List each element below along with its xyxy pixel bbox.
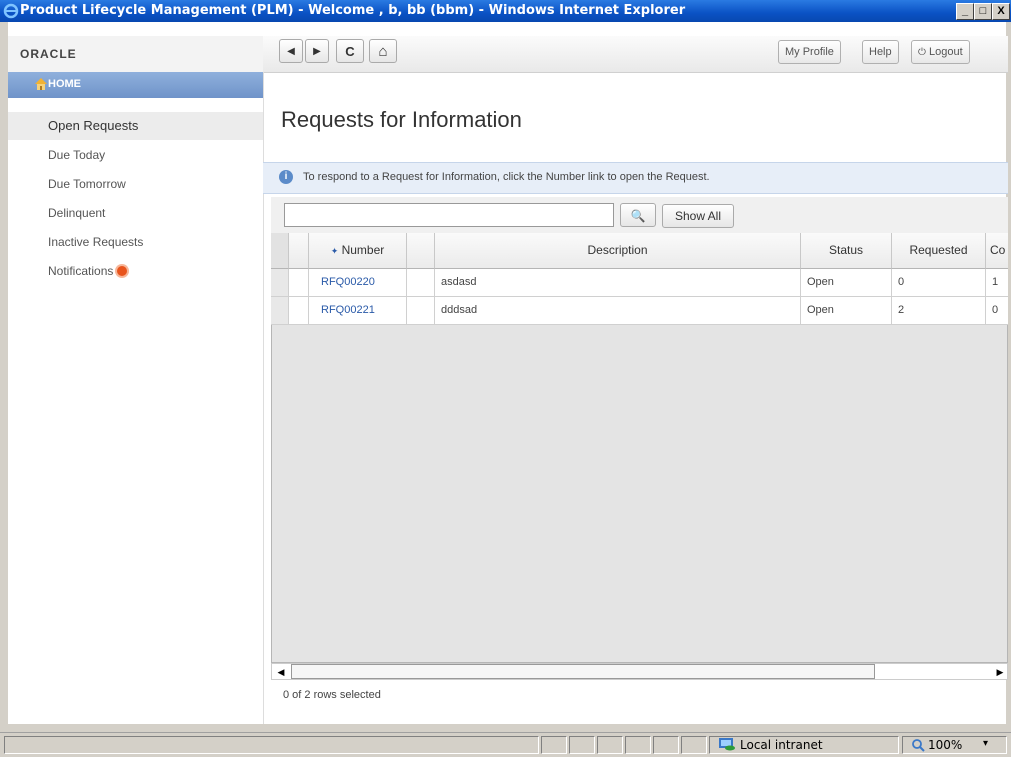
table-cell-status: Open xyxy=(801,297,892,325)
column-header-requested[interactable]: Requested xyxy=(892,233,986,269)
table-cell-requested: 0 xyxy=(892,269,986,297)
sidebar-item-label: Due Today xyxy=(48,148,106,162)
show-all-button[interactable]: Show All xyxy=(662,204,734,228)
row-selector[interactable] xyxy=(271,269,289,297)
power-icon: ⏻ xyxy=(918,47,926,58)
window-frame-left xyxy=(0,22,8,728)
search-button[interactable]: 🔍 xyxy=(620,203,656,227)
forward-button[interactable]: ▶ xyxy=(305,39,329,63)
table-cell-status: Open xyxy=(801,269,892,297)
column-header-label: Number xyxy=(341,243,385,257)
status-pane xyxy=(653,736,679,754)
status-pane xyxy=(625,736,651,754)
local-intranet-icon xyxy=(719,738,735,751)
sidebar-home[interactable]: HOME xyxy=(8,72,263,98)
close-button[interactable]: X xyxy=(992,3,1010,20)
status-pane xyxy=(569,736,595,754)
back-arrow-icon: ◀ xyxy=(287,46,295,57)
ie-browser-icon xyxy=(3,3,19,19)
table-cell xyxy=(289,297,309,325)
table-cell xyxy=(289,269,309,297)
sidebar-item-due-today[interactable]: Due Today xyxy=(8,141,263,169)
sidebar-item-delinquent[interactable]: Delinquent xyxy=(8,199,263,227)
refresh-icon: C xyxy=(345,44,355,59)
scrollbar-thumb[interactable] xyxy=(291,664,875,679)
status-pane xyxy=(541,736,567,754)
sidebar-item-label: Open Requests xyxy=(48,118,139,133)
home-label: HOME xyxy=(48,78,81,90)
zoom-dropdown-icon[interactable]: ▾ xyxy=(983,738,988,749)
spacer-header xyxy=(289,233,309,269)
forward-arrow-icon: ▶ xyxy=(313,46,321,57)
refresh-button[interactable]: C xyxy=(336,39,364,63)
window-title-bar: Product Lifecycle Management (PLM) - Wel… xyxy=(0,0,1011,22)
page-title: Requests for Information xyxy=(281,107,522,132)
request-link[interactable]: RFQ00221 xyxy=(321,304,375,316)
table-cell xyxy=(407,297,435,325)
window-frame-bottom xyxy=(0,724,1011,732)
help-button[interactable]: Help xyxy=(862,40,899,64)
logout-button[interactable]: ⏻ Logout xyxy=(911,40,970,64)
table-cell-number: RFQ00221 xyxy=(309,297,407,325)
house-icon xyxy=(35,78,47,90)
zoom-level[interactable]: 100% xyxy=(928,738,962,752)
table-cell-description: dddsad xyxy=(435,297,801,325)
table-cell-co: 0 xyxy=(986,297,1008,325)
home-nav-button[interactable]: ⌂ xyxy=(369,39,397,63)
window-title: Product Lifecycle Management (PLM) - Wel… xyxy=(20,3,686,18)
home-icon: ⌂ xyxy=(378,43,388,60)
column-header-description[interactable]: Description xyxy=(435,233,801,269)
sidebar-item-open-requests[interactable]: Open Requests xyxy=(8,112,263,140)
column-header-number[interactable]: ✦ Number xyxy=(309,233,407,269)
sidebar-item-label: Notifications xyxy=(48,264,114,278)
table-cell-requested: 2 xyxy=(892,297,986,325)
sidebar-item-label: Inactive Requests xyxy=(48,235,144,249)
logout-label: Logout xyxy=(928,46,963,58)
scroll-right-icon[interactable]: ▶ xyxy=(993,665,1007,679)
zoom-magnifier-icon xyxy=(912,739,925,752)
sidebar-item-due-tomorrow[interactable]: Due Tomorrow xyxy=(8,170,263,198)
oracle-logo: ORACLE xyxy=(20,47,77,61)
row-selector[interactable] xyxy=(271,297,289,325)
scroll-left-icon[interactable]: ◀ xyxy=(274,665,288,679)
my-profile-button[interactable]: My Profile xyxy=(778,40,841,64)
table-cell-co: 1 xyxy=(986,269,1008,297)
table-cell-number: RFQ00220 xyxy=(309,269,407,297)
table-cell-description: asdasd xyxy=(435,269,801,297)
sidebar-item-inactive-requests[interactable]: Inactive Requests xyxy=(8,228,263,256)
sidebar-item-label: Delinquent xyxy=(48,206,106,220)
info-icon: i xyxy=(279,170,293,184)
sidebar-item-notifications[interactable]: Notifications xyxy=(8,257,263,285)
sidebar-item-label: Due Tomorrow xyxy=(48,177,126,191)
column-header-status[interactable]: Status xyxy=(801,233,892,269)
back-button[interactable]: ◀ xyxy=(279,39,303,63)
request-link[interactable]: RFQ00220 xyxy=(321,276,375,288)
status-pane xyxy=(597,736,623,754)
status-text-pane xyxy=(4,736,539,754)
status-pane xyxy=(681,736,707,754)
search-icon: 🔍 xyxy=(630,209,646,223)
search-input[interactable] xyxy=(284,203,614,227)
info-message: To respond to a Request for Information,… xyxy=(303,171,710,183)
maximize-button[interactable]: □ xyxy=(974,3,992,20)
column-header-co[interactable]: Co xyxy=(986,233,1008,269)
selection-count: 0 of 2 rows selected xyxy=(283,689,381,701)
notification-alert-icon xyxy=(117,266,128,276)
spacer-header xyxy=(407,233,435,269)
row-selector-header xyxy=(271,233,289,269)
sort-icon: ✦ xyxy=(330,246,339,256)
minimize-button[interactable]: _ xyxy=(956,3,974,20)
security-zone-label: Local intranet xyxy=(740,738,823,752)
table-cell xyxy=(407,269,435,297)
